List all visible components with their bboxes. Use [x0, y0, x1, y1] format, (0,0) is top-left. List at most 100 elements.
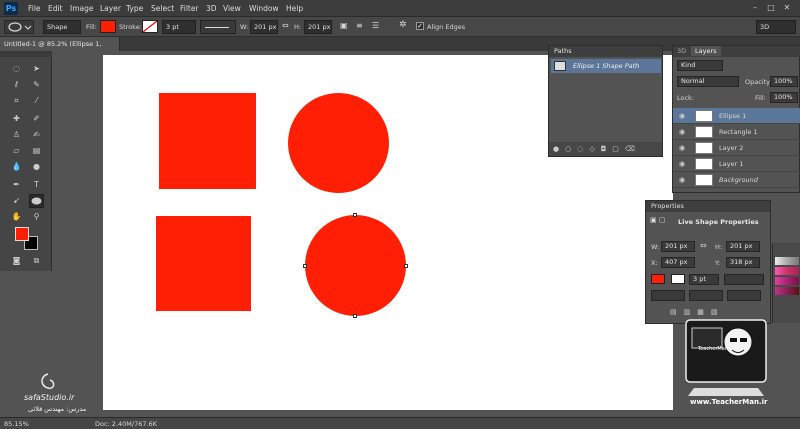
eyedropper-tool-icon[interactable]: ⁄ [30, 95, 43, 107]
workspace-select[interactable]: 3D [756, 20, 796, 34]
path-item[interactable]: Ellipse 1 Shape Path [551, 59, 661, 73]
document-tab[interactable]: Untitled-1 @ 85.2% (Ellipse 1, RGB/8) * [0, 37, 120, 62]
layer-row-ellipse-1[interactable]: ◉ Ellipse 1 [673, 108, 800, 124]
path-alignment-icon[interactable]: ≡ [356, 21, 363, 30]
path-arrangement-icon[interactable]: ☰ [372, 21, 379, 30]
load-selection-icon[interactable]: ◌ [577, 145, 589, 153]
visibility-eye-icon[interactable]: ◉ [677, 108, 687, 124]
menu-select[interactable]: Select [151, 4, 174, 13]
quick-mask-icon[interactable]: ◙ [10, 255, 23, 267]
opacity-field[interactable]: 100% [770, 76, 798, 87]
zoom-level[interactable]: 85.15% [4, 420, 29, 428]
menu-help[interactable]: Help [286, 4, 303, 13]
anchor-point-bottom[interactable] [353, 314, 357, 318]
hand-tool-icon[interactable]: ✋ [10, 211, 23, 223]
clone-stamp-tool-icon[interactable]: ♙ [10, 129, 23, 141]
prop-corners-select[interactable] [727, 290, 761, 301]
prop-y-field[interactable]: 318 px [726, 257, 760, 268]
fill-path-icon[interactable]: ● [553, 145, 565, 153]
menu-image[interactable]: Image [70, 4, 94, 13]
visibility-eye-icon[interactable]: ◉ [677, 140, 687, 156]
visibility-eye-icon[interactable]: ◉ [677, 124, 687, 140]
ellipse-1-shape[interactable] [305, 215, 406, 316]
prop-x-field[interactable]: 407 px [661, 257, 695, 268]
history-brush-tool-icon[interactable]: ✍ [30, 129, 43, 141]
tool-preset-picker[interactable] [4, 20, 34, 34]
gradient-tool-icon[interactable]: ▤ [30, 145, 43, 157]
shape-properties-icon[interactable]: ▣ ▢ [650, 216, 668, 226]
fill-swatch[interactable] [100, 20, 116, 33]
prop-align-select[interactable] [651, 290, 685, 301]
quick-select-tool-icon[interactable]: ✎ [30, 79, 43, 91]
link-icon[interactable]: ⇔ [282, 21, 289, 30]
rectangle-shape-top[interactable] [159, 93, 256, 189]
menu-edit[interactable]: Edit [48, 4, 63, 13]
layer-row-layer-1[interactable]: ◉ Layer 1 [673, 156, 800, 172]
stroke-swatch[interactable] [142, 20, 158, 33]
lasso-tool-icon[interactable]: ℓ [10, 79, 23, 91]
swatch-row-gray[interactable] [775, 257, 799, 265]
prop-caps-select[interactable] [689, 290, 723, 301]
rectangle-shape-bottom[interactable] [156, 216, 251, 311]
make-path-icon[interactable]: ◇ [589, 145, 600, 153]
stroke-path-icon[interactable]: ○ [565, 145, 577, 153]
path-operations-icon[interactable]: ▣ [340, 21, 348, 30]
marquee-tool-icon[interactable]: ◌ [10, 63, 23, 75]
move-tool-icon[interactable]: ➤ [30, 63, 43, 75]
prop-stroke-width-field[interactable]: 3 pt [689, 274, 719, 285]
swatch-row-dark[interactable] [775, 287, 799, 295]
gear-icon[interactable]: ✲ [399, 20, 407, 30]
height-field[interactable]: 201 px [304, 20, 332, 34]
ellipse-tool-active[interactable] [29, 194, 44, 208]
anchor-point-top[interactable] [353, 213, 357, 217]
circle-shape-top[interactable] [288, 93, 389, 193]
dodge-tool-icon[interactable]: ● [30, 161, 43, 173]
eraser-tool-icon[interactable]: ▱ [10, 145, 23, 157]
zoom-tool-icon[interactable]: ⚲ [30, 211, 43, 223]
kind-filter-select[interactable]: Kind [677, 60, 723, 71]
minimize-button[interactable]: – [750, 3, 760, 13]
menu-window[interactable]: Window [249, 4, 279, 13]
tab-layers[interactable]: Layers [691, 46, 721, 56]
menu-filter[interactable]: Filter [180, 4, 199, 13]
pen-tool-icon[interactable]: ✒ [10, 179, 23, 191]
anchor-point-left[interactable] [303, 264, 307, 268]
stroke-type-select[interactable] [200, 20, 236, 34]
add-mask-icon[interactable]: ◘ [601, 145, 613, 153]
tab-3d[interactable]: 3D [677, 47, 686, 55]
prop-height-field[interactable]: 201 px [726, 241, 760, 252]
close-button[interactable]: ✕ [782, 3, 792, 13]
tool-mode-select[interactable]: Shape [43, 20, 81, 34]
properties-panel-title[interactable]: Properties [646, 201, 770, 212]
menu-type[interactable]: Type [126, 4, 143, 13]
layer-row-background[interactable]: ◉ Background [673, 172, 800, 188]
fill-field[interactable]: 100% [770, 92, 798, 103]
restore-button[interactable]: □ [766, 3, 776, 13]
visibility-eye-icon[interactable]: ◉ [677, 156, 687, 172]
new-path-icon[interactable]: ▢ [612, 145, 625, 153]
swatch-row-magenta[interactable] [775, 277, 799, 285]
layer-row-rectangle-1[interactable]: ◉ Rectangle 1 [673, 124, 800, 140]
stroke-width-field[interactable]: 3 pt [162, 20, 196, 34]
menu-3d[interactable]: 3D [206, 4, 217, 13]
crop-tool-icon[interactable]: ⌗ [10, 95, 23, 107]
trash-icon[interactable]: ⌫ [625, 145, 641, 153]
menu-view[interactable]: View [223, 4, 241, 13]
paths-panel-title[interactable]: Paths [549, 46, 662, 57]
foreground-color-swatch[interactable] [15, 227, 29, 241]
screen-mode-icon[interactable]: ⧉ [30, 255, 43, 267]
prop-stroke-type-select[interactable] [724, 274, 764, 285]
link-icon[interactable]: ⇔ [700, 241, 707, 250]
healing-brush-tool-icon[interactable]: ✚ [10, 113, 23, 125]
menu-layer[interactable]: Layer [100, 4, 121, 13]
blend-mode-select[interactable]: Normal [677, 76, 739, 87]
type-tool-icon[interactable]: T [30, 179, 43, 191]
prop-stroke-swatch[interactable] [671, 274, 685, 284]
brush-tool-icon[interactable]: ✐ [30, 113, 43, 125]
blur-tool-icon[interactable]: 💧 [10, 161, 23, 173]
prop-width-field[interactable]: 201 px [661, 241, 695, 252]
visibility-eye-icon[interactable]: ◉ [677, 172, 687, 188]
layer-row-layer-2[interactable]: ◉ Layer 2 [673, 140, 800, 156]
anchor-point-right[interactable] [404, 264, 408, 268]
width-field[interactable]: 201 px [250, 20, 278, 34]
